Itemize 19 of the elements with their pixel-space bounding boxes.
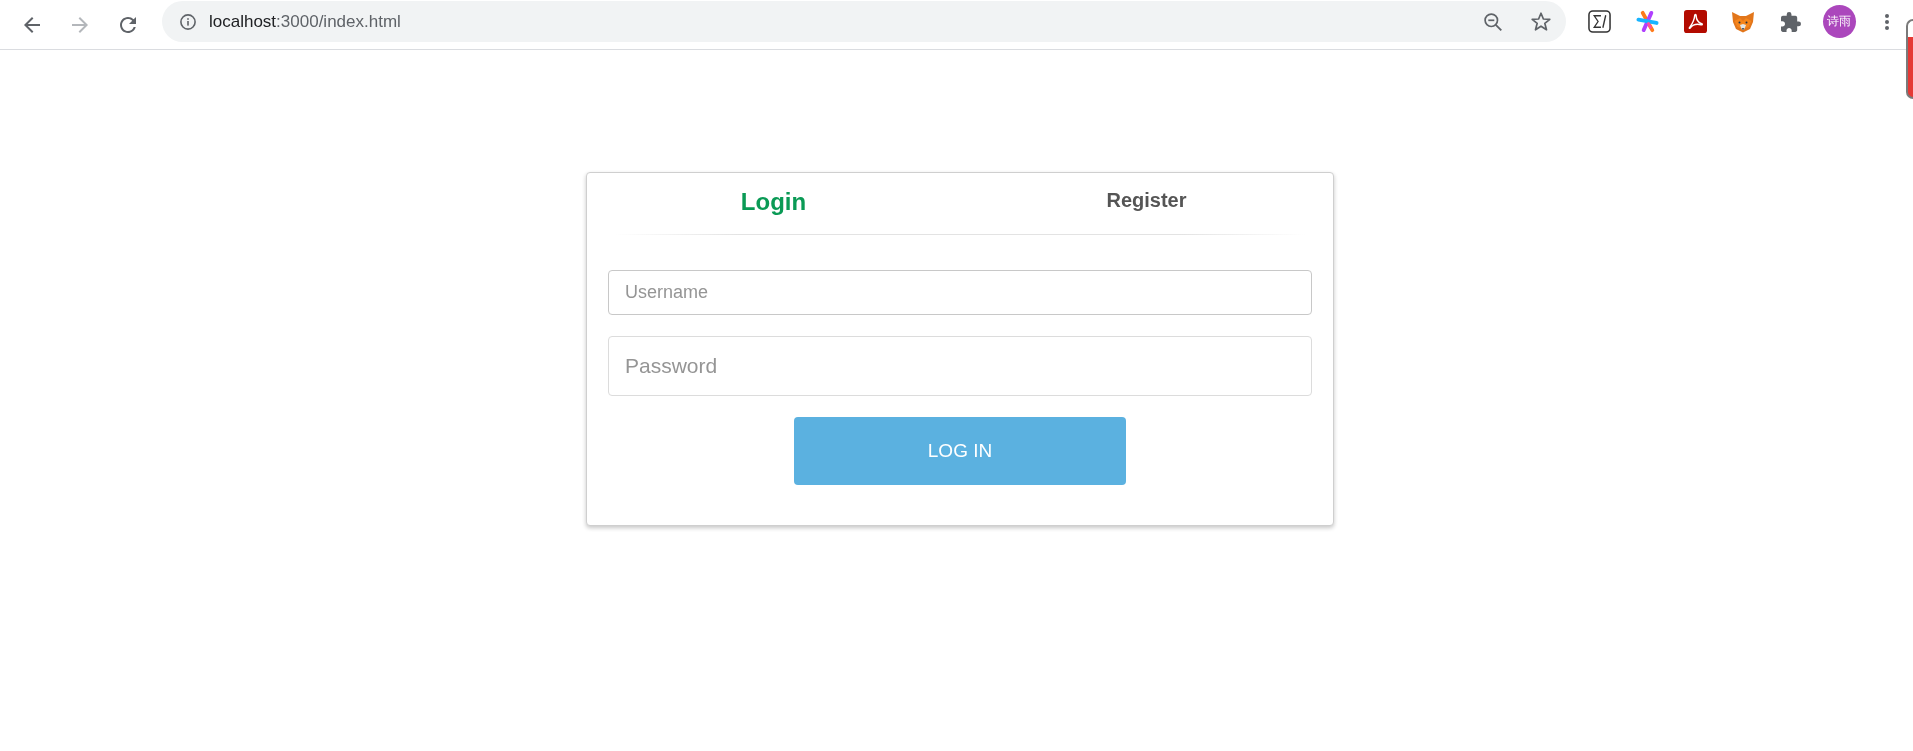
password-field[interactable]: Password [608, 336, 1312, 396]
info-icon[interactable] [180, 13, 196, 30]
back-arrow-icon[interactable] [24, 16, 40, 33]
address-bar[interactable]: localhost:3000/index.html [162, 1, 1566, 42]
fox-icon[interactable] [1731, 10, 1755, 33]
username-field[interactable]: Username [608, 270, 1312, 315]
reload-icon[interactable] [120, 16, 136, 33]
bookmark-star-icon[interactable] [1531, 12, 1551, 31]
zoom-out-icon[interactable] [1484, 12, 1502, 31]
profile-button[interactable]: 诗雨 [1822, 5, 1856, 38]
asterisk-icon[interactable] [1635, 10, 1659, 33]
floating-side-tab[interactable] [1906, 19, 1913, 99]
puzzle-piece-icon[interactable] [1781, 11, 1801, 32]
url-text[interactable]: localhost:3000/index.html [209, 11, 401, 32]
sigma-icon[interactable] [1587, 10, 1611, 33]
more-menu-icon[interactable] [1885, 13, 1889, 30]
tab[interactable]: Register [1106, 188, 1187, 212]
tab[interactable]: Login [740, 188, 807, 217]
swirl-tile-icon[interactable] [1683, 10, 1707, 33]
